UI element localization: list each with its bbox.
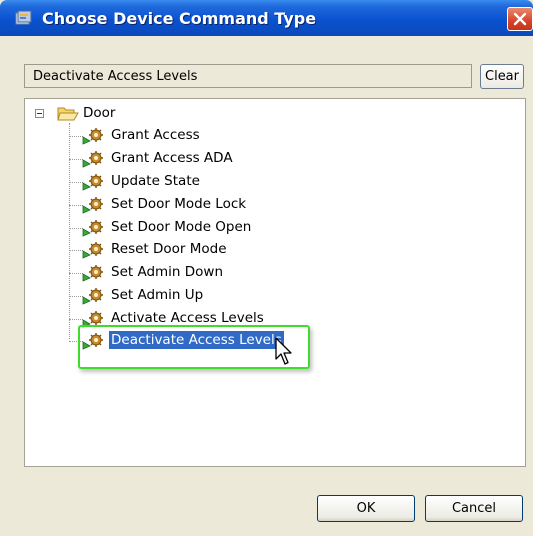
title-bar[interactable]: Choose Device Command Type <box>0 0 533 36</box>
open-folder-icon <box>57 105 79 126</box>
tree-connector <box>69 228 83 229</box>
tree-connector <box>69 182 83 183</box>
close-button[interactable] <box>507 7 533 31</box>
cancel-button[interactable]: Cancel <box>425 495 523 522</box>
tree-item-label: Set Admin Up <box>111 287 204 303</box>
clear-button[interactable]: Clear <box>480 64 524 89</box>
tree-connector <box>69 319 83 320</box>
tree-item-label: Reset Door Mode <box>111 241 227 257</box>
dialog-window: Choose Device Command Type Deactivate Ac… <box>0 0 533 536</box>
gear-command-icon <box>82 173 104 195</box>
tree-item-label: Set Admin Down <box>111 264 224 280</box>
tree-item-set-admin-up[interactable]: Set Admin Up <box>69 286 469 306</box>
ok-button[interactable]: OK <box>317 495 415 522</box>
tree-item-set-door-mode-lock[interactable]: Set Door Mode Lock <box>69 195 469 215</box>
gear-command-icon <box>82 241 104 263</box>
tree-connector <box>69 159 83 160</box>
tree-item-grant-access[interactable]: Grant Access <box>69 126 469 146</box>
tree-item-label: Set Door Mode Lock <box>111 196 247 212</box>
mouse-pointer-icon <box>275 337 295 371</box>
tree-item-label: Update State <box>111 173 200 189</box>
gear-command-icon <box>82 196 104 218</box>
tree-item-label: Set Door Mode Open <box>111 219 252 235</box>
collapse-toggle[interactable] <box>35 109 44 118</box>
gear-command-icon <box>82 287 104 309</box>
tree-item-update-state[interactable]: Update State <box>69 172 469 192</box>
window-app-icon <box>15 10 33 26</box>
gear-command-icon <box>82 150 104 172</box>
tree-root-label: Door <box>83 105 116 121</box>
tree-item-set-door-mode-open[interactable]: Set Door Mode Open <box>69 218 469 238</box>
tree-item-grant-access-ada[interactable]: Grant Access ADA <box>69 149 469 169</box>
selected-command-field[interactable]: Deactivate Access Levels <box>24 64 472 88</box>
tree-connector <box>69 273 83 274</box>
gear-command-icon <box>82 219 104 241</box>
tree-item-reset-door-mode[interactable]: Reset Door Mode <box>69 240 469 260</box>
tree-item-label: Grant Access ADA <box>111 150 233 166</box>
tree-item-set-admin-down[interactable]: Set Admin Down <box>69 263 469 283</box>
tree-connector <box>69 136 83 137</box>
gear-command-icon <box>82 264 104 286</box>
gear-command-icon <box>82 127 104 149</box>
command-tree[interactable]: Door Grant Access Grant Access ADA Updat… <box>24 98 526 467</box>
tree-connector <box>69 205 83 206</box>
tree-connector <box>69 250 83 251</box>
window-title: Choose Device Command Type <box>42 9 317 28</box>
tree-item-label: Grant Access <box>111 127 200 143</box>
tree-connector <box>69 296 83 297</box>
